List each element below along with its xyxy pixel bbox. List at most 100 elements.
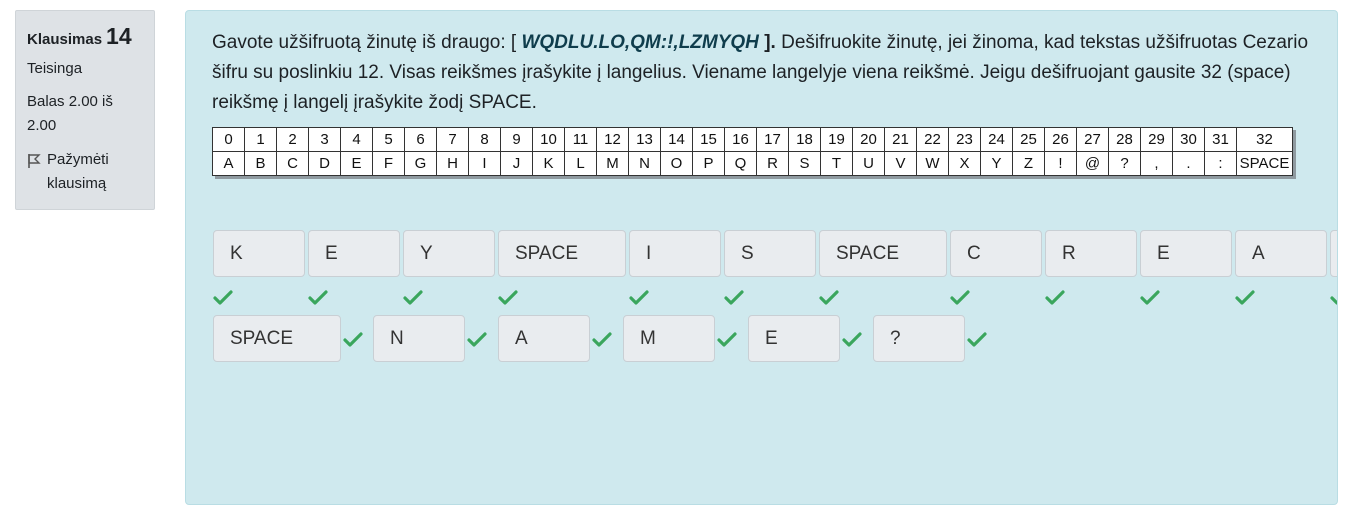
table-number-cell: 20: [852, 127, 885, 152]
table-number-cell: 30: [1172, 127, 1205, 152]
table-number-cell: 2: [276, 127, 309, 152]
table-letter-cell: SPACE: [1236, 151, 1293, 176]
answer-input[interactable]: SPACE: [819, 230, 947, 277]
table-letter-cell: C: [276, 151, 309, 176]
answer-input[interactable]: M: [623, 315, 715, 362]
table-number-cell: 5: [372, 127, 405, 152]
table-number-cell: 7: [436, 127, 469, 152]
table-number-cell: 26: [1044, 127, 1077, 152]
table-number-cell: 4: [340, 127, 373, 152]
answer-input[interactable]: Y: [403, 230, 495, 277]
table-number-cell: 0: [212, 127, 245, 152]
question-label: Klausimas: [27, 31, 103, 48]
table-letter-cell: S: [788, 151, 821, 176]
table-letter-cell: X: [948, 151, 981, 176]
check-icon: [967, 332, 987, 348]
table-letter-cell: J: [500, 151, 533, 176]
table-number-cell: 6: [404, 127, 437, 152]
answer-input[interactable]: SPACE: [498, 230, 626, 277]
table-number-cell: 19: [820, 127, 853, 152]
table-letter-cell: N: [628, 151, 661, 176]
answer-input[interactable]: K: [213, 230, 305, 277]
table-number-cell: 1: [244, 127, 277, 152]
answer-input[interactable]: C: [950, 230, 1042, 277]
table-letter-cell: K: [532, 151, 565, 176]
table-number-cell: 11: [564, 127, 597, 152]
table-letter-cell: .: [1172, 151, 1205, 176]
table-number-cell: 27: [1076, 127, 1109, 152]
question-number-heading: Klausimas 14: [27, 23, 143, 50]
table-number-cell: 8: [468, 127, 501, 152]
table-number-cell: 21: [884, 127, 917, 152]
cipher-close-bracket: ].: [758, 32, 776, 53]
table-letter-cell: E: [340, 151, 373, 176]
table-letter-cell: T: [820, 151, 853, 176]
table-number-cell: 32: [1236, 127, 1293, 152]
answer-input[interactable]: S: [724, 230, 816, 277]
question-content: Gavote užšifruotą žinutę iš draugo: [ WQ…: [185, 10, 1338, 505]
flag-question-link[interactable]: Pažymėti klausimą: [27, 148, 143, 196]
table-letter-cell: B: [244, 151, 277, 176]
table-number-cell: 23: [948, 127, 981, 152]
table-letter-cell: P: [692, 151, 725, 176]
answer-input[interactable]: E: [748, 315, 840, 362]
cipher-text: WQDLU.LO,QM:!,LZMYQH: [521, 32, 759, 53]
table-number-cell: 10: [532, 127, 565, 152]
answer-input[interactable]: T: [1330, 230, 1337, 277]
flag-label: Pažymėti klausimą: [47, 151, 109, 192]
table-letter-cell: A: [212, 151, 245, 176]
answer-input[interactable]: N: [373, 315, 465, 362]
question-info: Klausimas 14 Teisinga Balas 2.00 iš 2.00 …: [15, 10, 155, 210]
table-number-cell: 9: [500, 127, 533, 152]
answer-input[interactable]: E: [308, 230, 400, 277]
table-letter-cell: R: [756, 151, 789, 176]
question-state: Teisinga: [27, 60, 83, 77]
answer-input[interactable]: R: [1045, 230, 1137, 277]
table-number-cell: 29: [1140, 127, 1173, 152]
table-number-cell: 12: [596, 127, 629, 152]
check-icon: [498, 290, 518, 306]
table-letter-cell: D: [308, 151, 341, 176]
check-icon: [467, 332, 487, 348]
question-text: Gavote užšifruotą žinutę iš draugo: [ WQ…: [212, 28, 1322, 118]
check-icon: [950, 290, 970, 306]
answer-input[interactable]: A: [1235, 230, 1327, 277]
check-icon: [629, 290, 649, 306]
table-letter-cell: V: [884, 151, 917, 176]
check-icon: [592, 332, 612, 348]
check-icon: [343, 332, 363, 348]
table-letter-cell: Q: [724, 151, 757, 176]
check-icon: [308, 290, 328, 306]
flag-icon: [28, 154, 41, 168]
table-letter-cell: I: [468, 151, 501, 176]
check-icon: [1235, 290, 1255, 306]
check-icon: [724, 290, 744, 306]
answer-input[interactable]: A: [498, 315, 590, 362]
answer-input[interactable]: E: [1140, 230, 1232, 277]
table-number-cell: 28: [1108, 127, 1141, 152]
table-number-cell: 31: [1204, 127, 1237, 152]
question-number: 14: [106, 23, 132, 49]
table-number-cell: 17: [756, 127, 789, 152]
answer-input[interactable]: SPACE: [213, 315, 341, 362]
cipher-table-number-row: 0 1 2 3 4 5 6 7 8 9 10 11 12 13 14 15 16 17 18 19 20 21 22 23 24…: [212, 127, 1293, 152]
table-number-cell: 14: [660, 127, 693, 152]
check-icon: [1045, 290, 1065, 306]
table-letter-cell: ?: [1108, 151, 1141, 176]
table-letter-cell: :: [1204, 151, 1237, 176]
table-number-cell: 13: [628, 127, 661, 152]
answer-input[interactable]: ?: [873, 315, 965, 362]
table-number-cell: 3: [308, 127, 341, 152]
table-number-cell: 22: [916, 127, 949, 152]
table-number-cell: 18: [788, 127, 821, 152]
table-letter-cell: W: [916, 151, 949, 176]
check-icon: [403, 290, 423, 306]
answer-input[interactable]: I: [629, 230, 721, 277]
check-icon: [1330, 290, 1337, 306]
table-letter-cell: !: [1044, 151, 1077, 176]
table-letter-cell: G: [404, 151, 437, 176]
table-letter-cell: M: [596, 151, 629, 176]
table-letter-cell: Z: [1012, 151, 1045, 176]
check-icon: [842, 332, 862, 348]
table-number-cell: 24: [980, 127, 1013, 152]
